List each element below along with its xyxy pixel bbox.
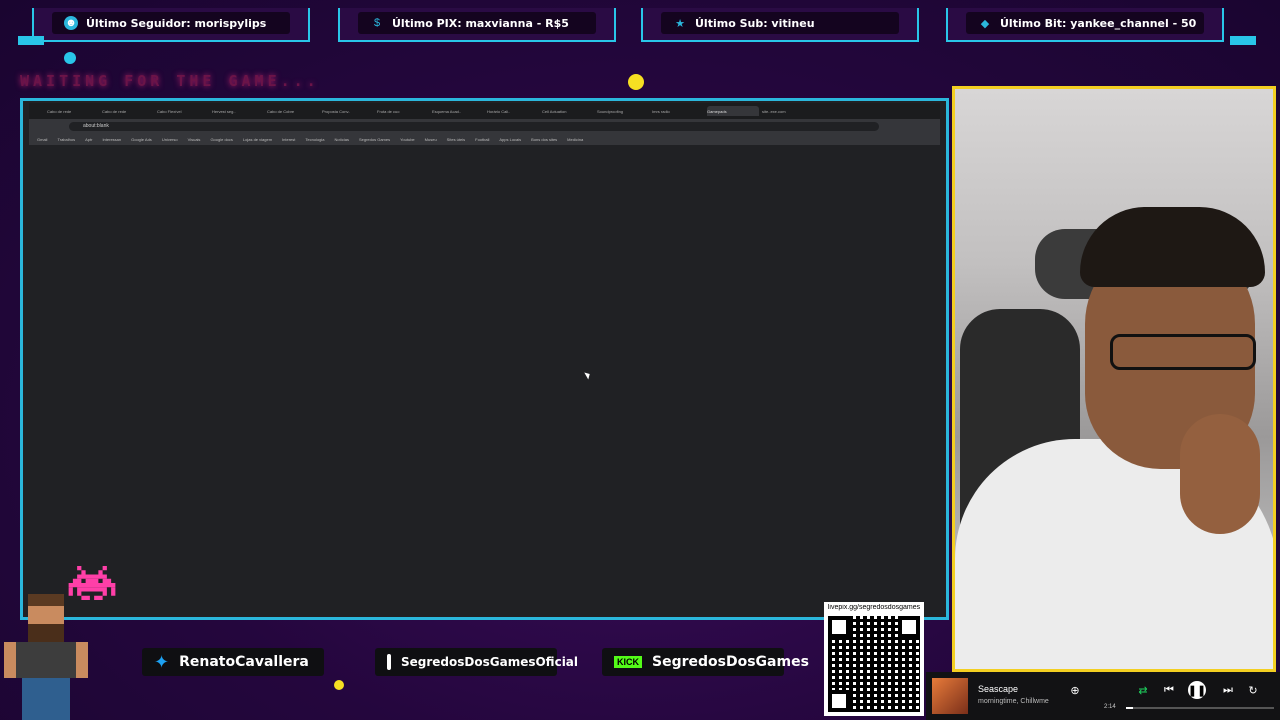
last-follower-text: Último Seguidor: morispylips xyxy=(86,16,267,30)
stat-bar-bit: ◆ Último Bit: yankee_channel - 50 xyxy=(946,8,1224,42)
browser-tab[interactable]: Cabo de rede xyxy=(102,106,154,116)
bookmark-item[interactable]: Trabalhos xyxy=(57,137,75,142)
diamond-icon: ◆ xyxy=(980,17,990,30)
pixel-avatar-icon xyxy=(4,594,88,720)
browser-tab[interactable]: Cell Actuation xyxy=(542,106,594,116)
mouse-cursor-icon xyxy=(584,370,592,380)
repeat-icon[interactable]: ↻ xyxy=(1244,681,1262,699)
elapsed-time: 2:14 xyxy=(1104,704,1116,710)
last-bit-text: Último Bit: yankee_channel - 50 xyxy=(1000,16,1197,30)
bookmark-item[interactable]: Museu xyxy=(425,137,437,142)
corner-accent-left xyxy=(18,36,44,45)
qr-finder-tr xyxy=(898,616,920,638)
instagram-icon xyxy=(387,654,391,670)
bookmarks-bar: Gmail Trabalhos Aptr Interessan Google Ads Un… xyxy=(29,133,940,145)
bookmark-item[interactable]: Interessan xyxy=(102,137,121,142)
bookmark-item[interactable]: Youtube xyxy=(400,137,415,142)
yellow-dot xyxy=(628,74,644,90)
last-sub-text: Último Sub: vitineu xyxy=(695,16,815,30)
browser-tab[interactable]: Cabo de Cobre xyxy=(267,106,319,116)
progress-bar[interactable] xyxy=(1126,707,1274,709)
kick-handle: SegredosDosGames xyxy=(652,654,809,670)
social-kick[interactable]: KICK SegredosDosGames xyxy=(602,648,809,676)
bookmark-item[interactable]: Visuais xyxy=(188,137,201,142)
user-icon: ☻ xyxy=(64,16,78,30)
qr-url: livepix.gg/segredosdosgames xyxy=(827,604,921,611)
corner-accent-right xyxy=(1230,36,1256,45)
social-instagram[interactable]: SegredosDosGamesOficial xyxy=(375,648,578,676)
browser-tab[interactable]: Proposta Conv.. xyxy=(322,106,374,116)
stat-bar-follower: ☻ Último Seguidor: morispylips xyxy=(32,8,310,42)
stat-bar-pix: $ Último PIX: maxvianna - R$5 xyxy=(338,8,616,42)
browser-tab[interactable]: Fruta de cuo xyxy=(377,106,429,116)
bookmark-item[interactable]: Football xyxy=(475,137,489,142)
browser-tab-strip: Cabo de rede Cabo de rede Cabo Flexível Her… xyxy=(29,103,940,119)
waiting-banner: WAITING FOR THE GAME... xyxy=(20,72,320,90)
bookmark-item[interactable]: Tecnologia xyxy=(305,137,324,142)
bookmark-item[interactable]: Medicina xyxy=(567,137,583,142)
bookmark-item[interactable]: Google docs xyxy=(210,137,232,142)
shuffle-icon[interactable]: ⇄ xyxy=(1134,681,1152,699)
bookmark-item[interactable]: Lojas de viagem xyxy=(243,137,272,142)
livepix-qr-code[interactable]: livepix.gg/segredosdosgames xyxy=(824,602,924,716)
browser-tab[interactable]: Cabo de rede xyxy=(47,106,99,116)
browser-tab[interactable]: Esquema Acad.. xyxy=(432,106,484,116)
browser-toolbar: about:blank xyxy=(29,119,940,133)
bookmark-item[interactable]: Aptr xyxy=(85,137,92,142)
address-bar[interactable]: about:blank xyxy=(69,121,879,131)
streamer-hand xyxy=(1180,414,1260,534)
browser-tab[interactable]: Gamepads xyxy=(707,106,759,116)
browser-tab[interactable]: Cabo Flexível xyxy=(157,106,209,116)
twitter-handle: RenatoCavallera xyxy=(179,654,309,670)
browser-tab[interactable]: Soundproofing xyxy=(597,106,649,116)
add-icon[interactable]: ⊕ xyxy=(1066,681,1084,699)
music-player: Seascape morningtime, Chillwme ⊕ ⇄ ⏮ ❚❚ … xyxy=(926,672,1280,720)
song-title: Seascape xyxy=(978,684,1019,694)
qr-finder-tl xyxy=(828,616,850,638)
bookmark-item[interactable]: Google Ads xyxy=(131,137,152,142)
album-art xyxy=(932,678,968,714)
browser-tab[interactable]: Imrs radio xyxy=(652,106,704,116)
twitter-icon: ✦ xyxy=(154,651,170,672)
instagram-handle: SegredosDosGamesOficial xyxy=(401,655,579,669)
song-artist: morningtime, Chillwme xyxy=(978,698,1049,705)
streamer-hair xyxy=(1080,207,1265,287)
game-capture-frame: Cabo de rede Cabo de rede Cabo Flexível Her… xyxy=(20,98,949,620)
bookmark-item[interactable]: Sites úteis xyxy=(447,137,465,142)
yellow-dot-bottom xyxy=(334,680,344,690)
last-pix-text: Último PIX: maxvianna - R$5 xyxy=(392,16,569,30)
kick-icon: KICK xyxy=(614,656,642,668)
bookmark-item[interactable]: Universo xyxy=(162,137,178,142)
browser-tab[interactable]: Horário Cali.. xyxy=(487,106,539,116)
star-icon: ★ xyxy=(675,17,685,30)
blue-dot xyxy=(64,52,76,64)
bookmark-item[interactable]: Interest xyxy=(282,137,295,142)
pause-button[interactable]: ❚❚ xyxy=(1188,681,1206,699)
stat-bar-sub: ★ Último Sub: vitineu xyxy=(641,8,919,42)
webcam-feed xyxy=(952,86,1276,672)
bookmark-item[interactable]: Gmail xyxy=(37,137,47,142)
bookmark-item[interactable]: Apps Locais xyxy=(499,137,521,142)
next-icon[interactable]: ⏭ xyxy=(1219,681,1237,699)
social-twitter[interactable]: ✦ RenatoCavallera xyxy=(142,648,324,676)
previous-icon[interactable]: ⏮ xyxy=(1160,681,1178,699)
qr-finder-bl xyxy=(828,690,850,712)
dollar-icon: $ xyxy=(373,17,381,29)
progress-fill xyxy=(1126,707,1134,709)
glasses xyxy=(1110,334,1256,370)
bookmark-item[interactable]: Notícias xyxy=(335,137,349,142)
bookmark-item[interactable]: Bons dos sites xyxy=(531,137,557,142)
bookmark-item[interactable]: Segredos Games xyxy=(359,137,390,142)
browser-tab[interactable]: Hervest seg.. xyxy=(212,106,264,116)
browser-tab[interactable]: site..exe.com xyxy=(762,106,814,116)
